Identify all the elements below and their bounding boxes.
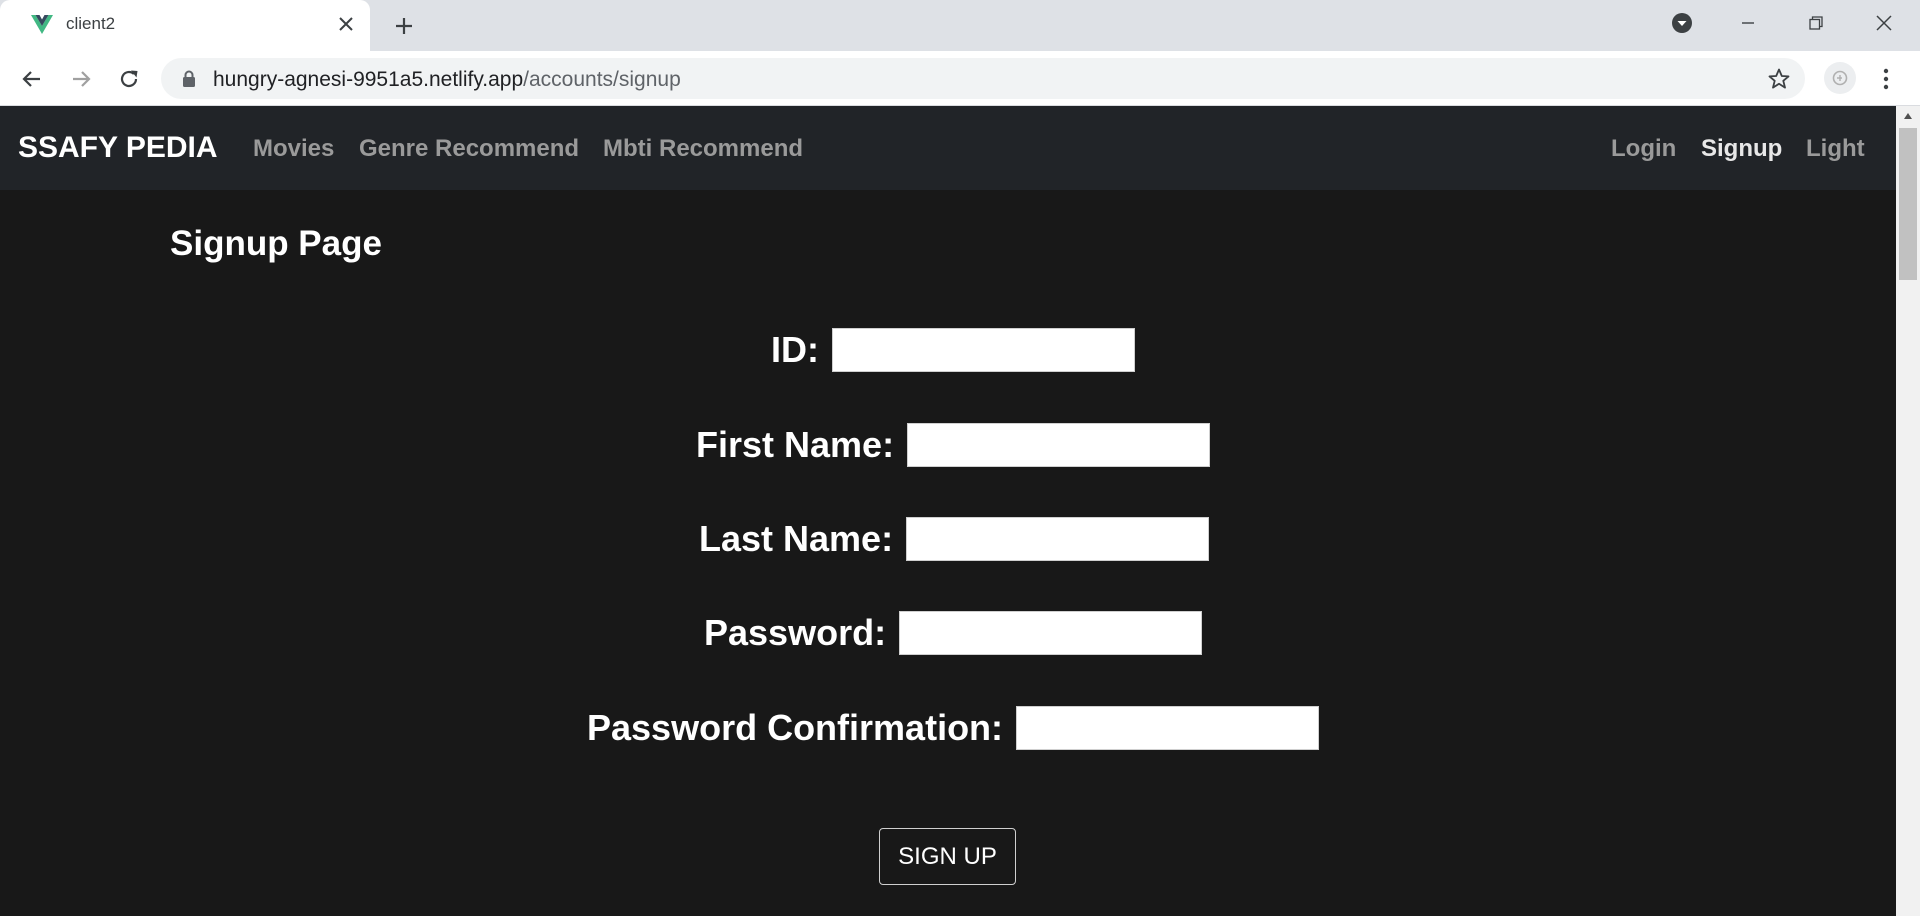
extension-icon[interactable]	[1824, 62, 1856, 94]
password-confirmation-input[interactable]	[1016, 706, 1320, 750]
password-confirmation-field-row: Password Confirmation:	[587, 706, 1320, 750]
lock-icon[interactable]	[181, 70, 197, 87]
nav-mbti-recommend-link[interactable]: Mbti Recommend	[603, 135, 803, 163]
password-confirmation-label: Password Confirmation:	[587, 707, 1004, 748]
browser-toolbar: hungry-agnesi-9951a5.netlify.app/account…	[0, 51, 1920, 106]
first-name-input[interactable]	[907, 423, 1211, 467]
sign-up-button[interactable]: SIGN UP	[879, 828, 1016, 885]
vue-logo-icon	[30, 12, 54, 36]
password-label: Password:	[704, 612, 887, 653]
minimize-icon[interactable]	[1730, 8, 1766, 38]
tab-search-icon[interactable]	[1664, 8, 1700, 38]
scrollbar-thumb[interactable]	[1899, 128, 1917, 280]
reload-icon[interactable]	[114, 64, 144, 94]
close-tab-icon[interactable]	[334, 12, 358, 36]
first-name-label: First Name:	[696, 424, 895, 465]
id-field-row: ID:	[771, 328, 1135, 372]
password-field-row: Password:	[704, 611, 1203, 655]
close-window-icon[interactable]	[1866, 8, 1902, 38]
nav-genre-recommend-link[interactable]: Genre Recommend	[359, 135, 579, 163]
id-label: ID:	[771, 329, 819, 370]
back-icon[interactable]	[17, 64, 47, 94]
last-name-label: Last Name:	[699, 518, 894, 559]
url-text[interactable]: hungry-agnesi-9951a5.netlify.app/account…	[213, 68, 681, 92]
last-name-input[interactable]	[906, 517, 1210, 561]
nav-login-link[interactable]: Login	[1611, 135, 1676, 163]
scroll-up-arrow-icon[interactable]	[1896, 106, 1920, 126]
tab-title: client2	[66, 14, 116, 33]
forward-icon[interactable]	[66, 64, 96, 94]
id-input[interactable]	[832, 328, 1135, 372]
restore-icon[interactable]	[1798, 8, 1834, 38]
page-viewport: SSAFY PEDIA Movies Genre Recommend Mbti …	[0, 106, 1896, 916]
page-scrollbar[interactable]	[1896, 106, 1920, 916]
address-bar[interactable]: hungry-agnesi-9951a5.netlify.app/account…	[161, 58, 1805, 99]
new-tab-icon[interactable]	[390, 12, 418, 40]
site-navbar: SSAFY PEDIA Movies Genre Recommend Mbti …	[0, 106, 1896, 190]
site-brand[interactable]: SSAFY PEDIA	[18, 131, 218, 165]
first-name-field-row: First Name:	[696, 423, 1211, 467]
nav-movies-link[interactable]: Movies	[253, 135, 334, 163]
browser-tab[interactable]: client2	[0, 0, 370, 51]
bookmark-star-icon[interactable]	[1767, 67, 1791, 91]
more-menu-icon[interactable]	[1874, 64, 1898, 94]
browser-tab-bar: client2	[0, 0, 1920, 51]
password-input[interactable]	[899, 611, 1203, 655]
nav-signup-link[interactable]: Signup	[1701, 135, 1782, 163]
last-name-field-row: Last Name:	[699, 517, 1210, 561]
page-title: Signup Page	[170, 224, 382, 263]
nav-light-toggle[interactable]: Light	[1806, 135, 1865, 163]
